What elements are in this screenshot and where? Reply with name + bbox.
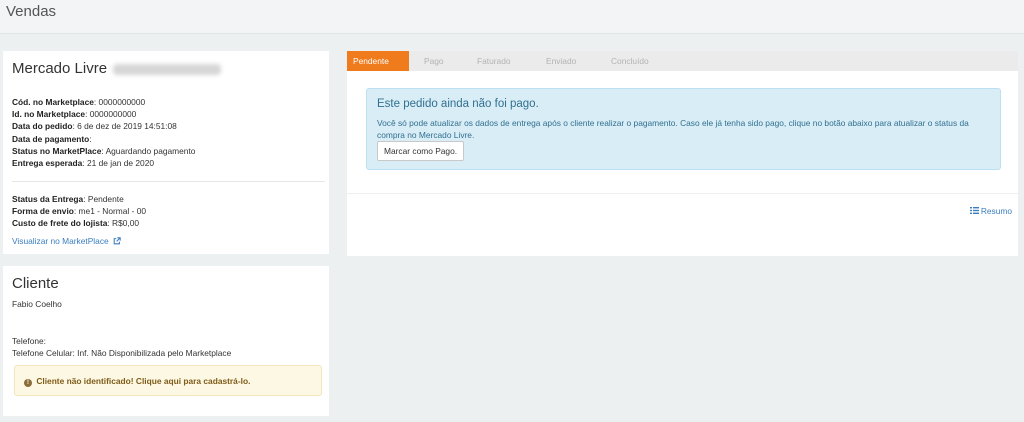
page-header: Vendas bbox=[0, 0, 1024, 34]
client-phones: Telefone: Telefone Celular: Inf. Não Dis… bbox=[12, 335, 231, 359]
payment-pending-title: Este pedido ainda não foi pago. bbox=[377, 98, 539, 110]
client-panel: Cliente Fabio Coelho Telefone: Telefone … bbox=[3, 266, 329, 416]
step-concluido: Concluído bbox=[611, 56, 649, 66]
order-details: Cód. no Marketplace: 0000000000 Id. no M… bbox=[12, 96, 195, 169]
exclamation-circle-icon: ! bbox=[24, 379, 32, 387]
blurred-account-name bbox=[113, 63, 222, 75]
step-enviado: Enviado bbox=[546, 56, 577, 66]
shipping-status: Status da Entrega: Pendente bbox=[12, 194, 124, 204]
external-link-icon bbox=[113, 237, 121, 245]
order-field-marketplace-status: Status no MarketPlace: Aguardando pagame… bbox=[12, 145, 196, 156]
marketplace-name: Mercado Livre bbox=[12, 60, 108, 77]
order-field-order-date: Data do pedido: 6 de dez de 2019 14:51:0… bbox=[12, 121, 177, 132]
order-progress-steps: Pendente Pago Faturado Enviado Concluído bbox=[347, 51, 1018, 71]
payment-pending-text: Você só pode atualizar os dados de entre… bbox=[377, 118, 969, 140]
page-title: Vendas bbox=[6, 3, 57, 20]
unidentified-client-alert[interactable]: ! Cliente não identificado! Clique aqui … bbox=[14, 365, 322, 396]
payment-pending-alert: Este pedido ainda não foi pago. Você só … bbox=[366, 88, 1001, 170]
marketplace-title: Mercado Livre bbox=[12, 60, 222, 77]
view-on-marketplace-label: Visualizar no MarketPlace bbox=[12, 236, 109, 246]
client-mobile: Telefone Celular: Inf. Não Disponibiliza… bbox=[12, 348, 232, 359]
step-faturado: Faturado bbox=[477, 56, 511, 66]
shipping-details: Status da Entrega: Pendente Forma de env… bbox=[12, 193, 146, 230]
summary-link[interactable]: Resumo bbox=[969, 206, 1012, 216]
view-on-marketplace-link[interactable]: Visualizar no MarketPlace bbox=[12, 236, 121, 246]
order-field-marketplace-code: Cód. no Marketplace: 0000000000 bbox=[12, 97, 146, 107]
mark-as-paid-button[interactable]: Marcar como Pago. bbox=[377, 141, 465, 161]
list-icon bbox=[969, 207, 979, 214]
summary-label: Resumo bbox=[980, 206, 1012, 216]
divider bbox=[347, 193, 1018, 194]
client-phone: Telefone: bbox=[12, 336, 46, 346]
shipping-method: Forma de envio: me1 - Normal - 00 bbox=[12, 206, 147, 217]
status-panel: Pendente Pago Faturado Enviado Concluído… bbox=[347, 51, 1018, 256]
unidentified-client-text: Cliente não identificado! Clique aqui pa… bbox=[36, 376, 251, 386]
divider bbox=[12, 181, 325, 182]
order-field-expected-delivery: Entrega esperada: 21 de jan de 2020 bbox=[12, 158, 155, 169]
order-panel: Mercado Livre Cód. no Marketplace: 00000… bbox=[3, 51, 329, 254]
shipping-cost: Custo de frete do lojista: R$0,00 bbox=[12, 218, 140, 229]
step-active-arrow bbox=[397, 51, 409, 71]
order-field-marketplace-id: Id. no Marketplace: 0000000000 bbox=[12, 109, 137, 120]
client-title: Cliente bbox=[12, 275, 59, 292]
step-pago: Pago bbox=[424, 56, 444, 66]
client-name: Fabio Coelho bbox=[12, 299, 62, 309]
order-field-payment-date: Data de pagamento: bbox=[12, 133, 92, 144]
